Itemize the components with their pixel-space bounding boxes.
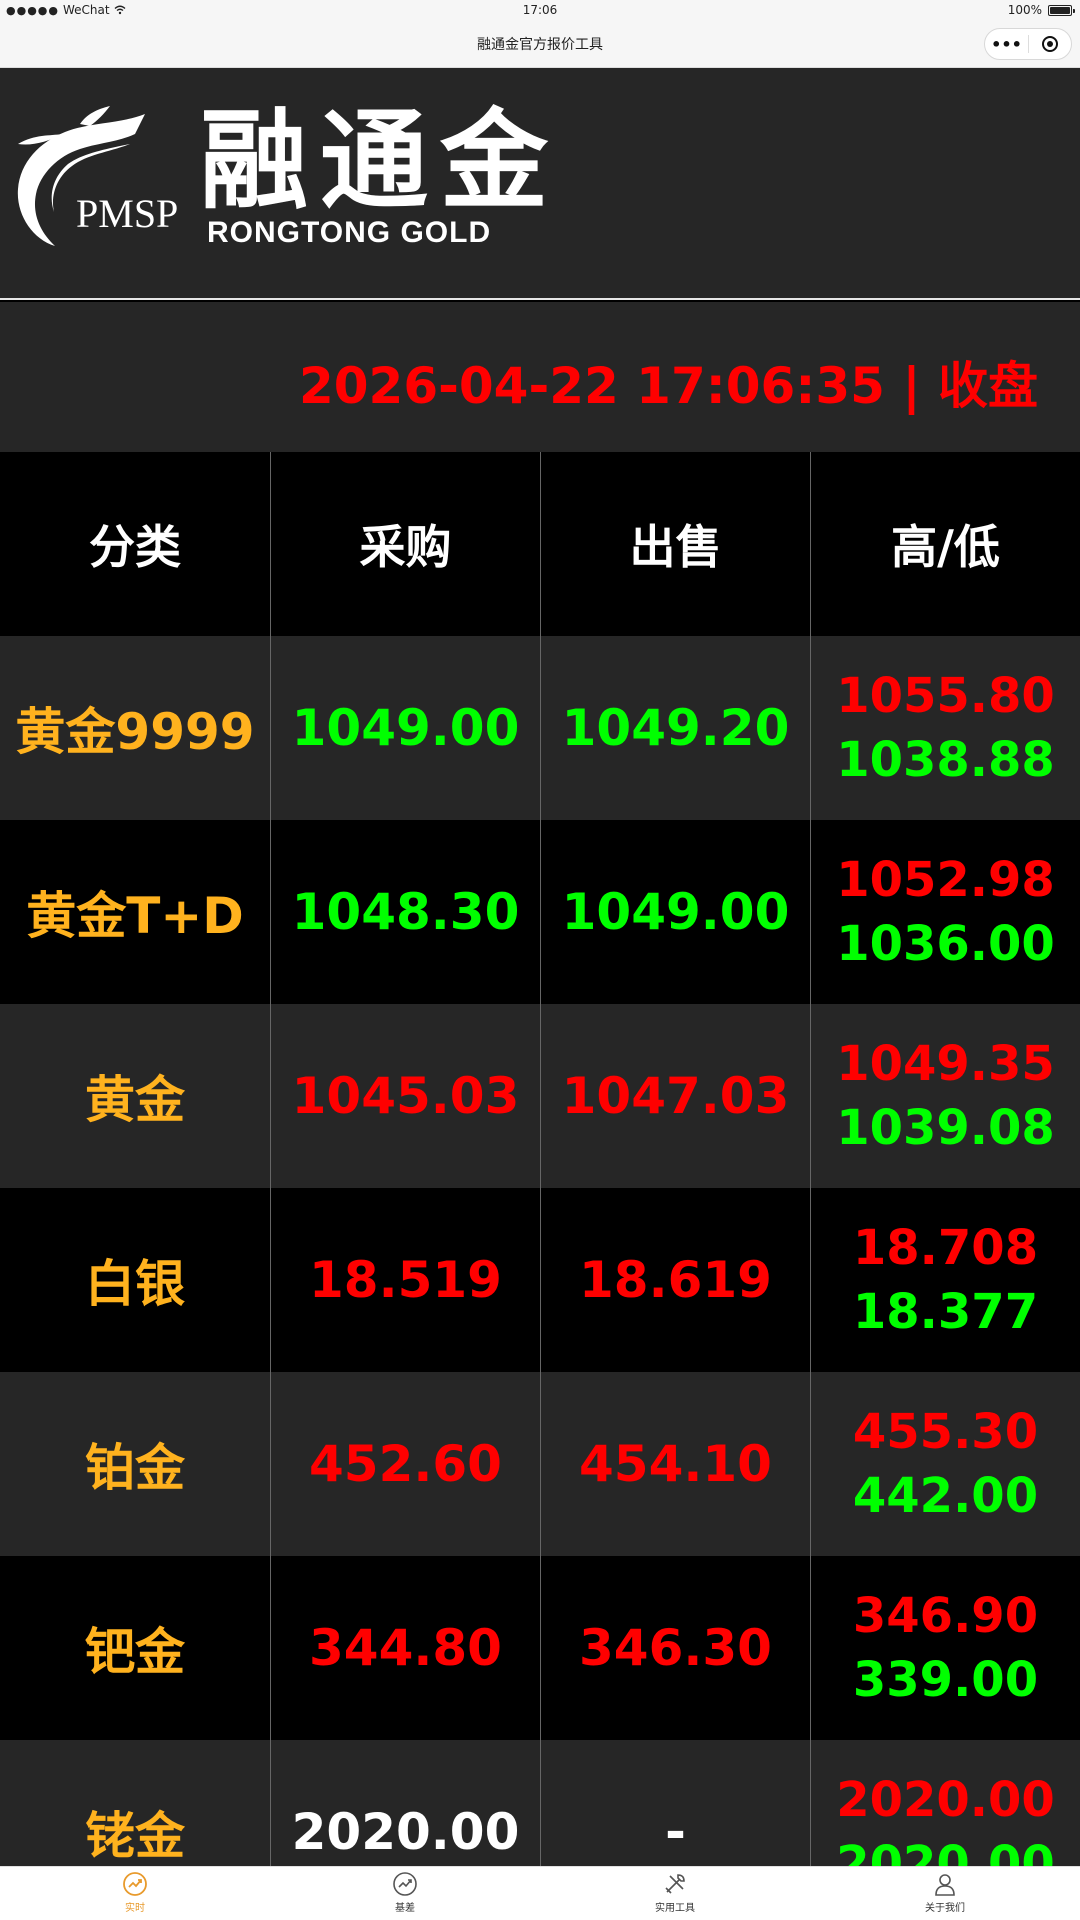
user-icon bbox=[935, 1874, 955, 1896]
product-name: 黄金T+D bbox=[26, 887, 244, 945]
high-price: 18.708 bbox=[852, 1220, 1039, 1276]
table-header: 分类 采购 出售 高/低 bbox=[0, 452, 1080, 636]
header-sell: 出售 bbox=[540, 452, 810, 636]
high-low-cell: 346.90 339.00 bbox=[810, 1556, 1080, 1740]
nav-bar: 融通金官方报价工具 ••• bbox=[0, 22, 1080, 68]
battery-level-fill bbox=[1050, 6, 1070, 14]
product-name: 铂金 bbox=[85, 1439, 185, 1497]
battery-percent: 100% bbox=[1007, 3, 1042, 17]
table-row: 黄金 1045.03 1047.03 1049.35 1039.08 bbox=[0, 1004, 1080, 1188]
buy-price: 1048.30 bbox=[270, 820, 540, 1004]
product-name: 黄金 bbox=[85, 1071, 185, 1129]
trend-icon bbox=[393, 1872, 417, 1896]
battery-icon bbox=[1048, 4, 1075, 16]
tab-basis[interactable]: 基差 bbox=[270, 1867, 540, 1920]
buy-price: 18.519 bbox=[270, 1188, 540, 1372]
header-buy: 采购 bbox=[270, 452, 540, 636]
low-price: 18.377 bbox=[852, 1284, 1039, 1340]
product-name: 白银 bbox=[85, 1255, 185, 1313]
buy-price: 1049.00 bbox=[270, 636, 540, 820]
product-name: 钯金 bbox=[85, 1623, 185, 1681]
sell-price: 1047.03 bbox=[540, 1004, 810, 1188]
low-price: 1038.88 bbox=[836, 732, 1055, 788]
tab-label: 实时 bbox=[125, 1903, 145, 1914]
low-price: 1036.00 bbox=[836, 916, 1055, 972]
table-row: 白银 18.519 18.619 18.708 18.377 bbox=[0, 1188, 1080, 1372]
high-low-cell: 18.708 18.377 bbox=[810, 1188, 1080, 1372]
close-miniprogram-button[interactable] bbox=[1029, 36, 1071, 52]
high-low-cell: 1052.98 1036.00 bbox=[810, 820, 1080, 1004]
table-row: 黄金9999 1049.00 1049.20 1055.80 1038.88 bbox=[0, 636, 1080, 820]
tab-label: 实用工具 bbox=[655, 1903, 695, 1914]
high-low-cell: 1055.80 1038.88 bbox=[810, 636, 1080, 820]
table-row: 钯金 344.80 346.30 346.90 339.00 bbox=[0, 1556, 1080, 1740]
tools-icon bbox=[665, 1874, 685, 1894]
sell-price: 1049.20 bbox=[540, 636, 810, 820]
logo-english: RONGTONG GOLD bbox=[207, 216, 492, 249]
high-low-cell: 455.30 442.00 bbox=[810, 1372, 1080, 1556]
market-datetime-status: 2026-04-22 17:06:35 | 收盘 bbox=[298, 357, 1038, 415]
battery-status: 100% bbox=[1007, 3, 1075, 17]
more-menu-button[interactable]: ••• bbox=[985, 35, 1028, 54]
sell-price: 18.619 bbox=[540, 1188, 810, 1372]
high-price: 1049.35 bbox=[836, 1036, 1055, 1092]
high-price: 455.30 bbox=[852, 1404, 1039, 1460]
high-price: 346.90 bbox=[852, 1588, 1039, 1644]
table-row: 黄金T+D 1048.30 1049.00 1052.98 1036.00 bbox=[0, 820, 1080, 1004]
high-price: 1052.98 bbox=[836, 852, 1055, 908]
brand-header: PMSP 融通金 RONGTONG GOLD bbox=[0, 68, 1080, 300]
buy-price: 1045.03 bbox=[270, 1004, 540, 1188]
buy-price: 452.60 bbox=[270, 1372, 540, 1556]
tab-tools[interactable]: 实用工具 bbox=[540, 1867, 810, 1920]
product-name: 黄金9999 bbox=[15, 703, 255, 761]
sell-price: 454.10 bbox=[540, 1372, 810, 1556]
target-icon bbox=[1041, 36, 1058, 52]
tab-label: 基差 bbox=[395, 1903, 415, 1914]
status-bar: ●●●●● WeChat 17:06 100% bbox=[0, 0, 1080, 22]
sell-price: 1049.00 bbox=[540, 820, 810, 1004]
low-price: 339.00 bbox=[852, 1652, 1039, 1708]
tab-realtime[interactable]: 实时 bbox=[0, 1867, 270, 1920]
table-row: 铂金 452.60 454.10 455.30 442.00 bbox=[0, 1372, 1080, 1556]
trend-icon bbox=[123, 1872, 147, 1896]
tab-about[interactable]: 关于我们 bbox=[810, 1867, 1080, 1920]
low-price: 1039.08 bbox=[836, 1100, 1055, 1156]
tab-bar: 实时 基差 实用工具 关于我们 bbox=[0, 1866, 1080, 1920]
menu-capsule: ••• bbox=[984, 28, 1072, 60]
datetime-section: 2026-04-22 17:06:35 | 收盘 bbox=[0, 302, 1080, 452]
logo-chinese: 融通金 bbox=[200, 99, 561, 224]
status-time: 17:06 bbox=[522, 3, 558, 17]
logo-pmsp-text: PMSP bbox=[76, 191, 179, 236]
page-title: 融通金官方报价工具 bbox=[477, 37, 603, 53]
high-price: 2020.00 bbox=[836, 1772, 1055, 1828]
high-low-cell: 1049.35 1039.08 bbox=[810, 1004, 1080, 1188]
high-price: 1055.80 bbox=[836, 668, 1055, 724]
price-table: 分类 采购 出售 高/低 黄金9999 1049.00 1049.20 1055.80… bbox=[0, 452, 1080, 1920]
tab-label: 关于我们 bbox=[925, 1903, 965, 1914]
header-category: 分类 bbox=[89, 520, 181, 574]
sell-price: 346.30 bbox=[540, 1556, 810, 1740]
header-high-low: 高/低 bbox=[810, 452, 1080, 636]
low-price: 442.00 bbox=[852, 1468, 1039, 1524]
buy-price: 344.80 bbox=[270, 1556, 540, 1740]
